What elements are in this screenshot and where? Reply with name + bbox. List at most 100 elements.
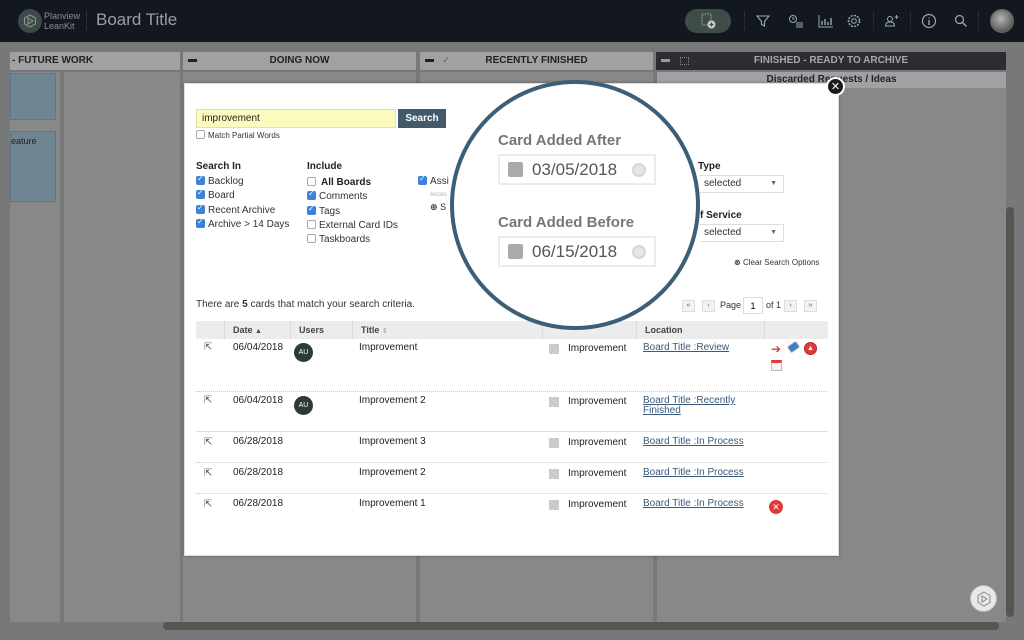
- search-in-recent-archive[interactable]: Recent Archive: [196, 203, 275, 216]
- lane-header-future-work[interactable]: - FUTURE WORK: [10, 52, 180, 70]
- assigned-option[interactable]: Assi: [418, 174, 449, 187]
- column-title[interactable]: Title ⇕: [352, 321, 542, 339]
- next-page-button[interactable]: ›: [784, 300, 797, 312]
- open-card-icon[interactable]: ⇱: [204, 468, 212, 479]
- card[interactable]: eature: [10, 131, 56, 202]
- open-card-icon[interactable]: ⇱: [204, 342, 212, 353]
- open-card-icon[interactable]: ⇱: [204, 437, 212, 448]
- checkbox[interactable]: [307, 204, 316, 215]
- row-location-link[interactable]: Board Title :In Process: [643, 499, 753, 509]
- search-in-backlog[interactable]: Backlog: [196, 174, 244, 187]
- card-type-select[interactable]: selected ▼: [700, 175, 784, 193]
- blocked-icon[interactable]: ▲: [804, 342, 817, 355]
- board-title[interactable]: Board Title: [96, 10, 177, 30]
- search-in-archive-14-days[interactable]: Archive > 14 Days: [196, 217, 289, 230]
- checkbox[interactable]: [196, 203, 205, 214]
- row-type: Improvement: [568, 396, 627, 407]
- lane-column: [64, 72, 180, 622]
- play-button[interactable]: [970, 585, 997, 612]
- lane-header-recently-finished[interactable]: ✓ RECENTLY FINISHED: [420, 52, 653, 70]
- calendar-icon[interactable]: [508, 244, 523, 259]
- checkbox[interactable]: [196, 188, 205, 199]
- clear-date-icon[interactable]: [632, 245, 646, 259]
- add-card-button[interactable]: [685, 9, 731, 33]
- select-users-link[interactable]: ⊕ S: [430, 202, 446, 213]
- filter-icon[interactable]: [753, 11, 773, 31]
- close-button[interactable]: ✕: [826, 77, 845, 96]
- move-icon[interactable]: ➔: [771, 342, 781, 356]
- checkbox[interactable]: [307, 176, 316, 186]
- collapse-icon[interactable]: [661, 59, 670, 62]
- include-taskboards[interactable]: Taskboards: [307, 233, 370, 245]
- clear-date-icon[interactable]: [632, 163, 646, 177]
- match-partial-words-option[interactable]: Match Partial Words: [196, 130, 280, 140]
- card-added-after-input[interactable]: 03/05/2018: [498, 154, 656, 185]
- table-row[interactable]: ⇱ 06/28/2018 Improvement 1 Improvement B…: [196, 493, 828, 524]
- card-type-swatch: [549, 397, 559, 407]
- add-icon: ⊕: [430, 202, 438, 212]
- lane-header-finished-ready-to-archive[interactable]: FINISHED - READY TO ARCHIVE: [656, 52, 1006, 70]
- leankit-logo-icon[interactable]: [18, 9, 42, 33]
- checkbox[interactable]: [307, 233, 316, 243]
- search-in-board[interactable]: Board: [196, 188, 235, 201]
- collapse-icon[interactable]: [425, 59, 434, 62]
- row-location-link[interactable]: Board Title :In Process: [643, 437, 753, 447]
- search-button[interactable]: Search: [398, 109, 446, 128]
- search-input[interactable]: [196, 109, 396, 128]
- analytics-icon[interactable]: [816, 11, 836, 31]
- include-comments[interactable]: Comments: [307, 189, 367, 202]
- include-all-boards[interactable]: All Boards: [307, 176, 371, 188]
- user-avatar[interactable]: AU: [294, 396, 313, 415]
- lane-header-doing-now[interactable]: DOING NOW: [183, 52, 416, 70]
- checkbox[interactable]: [196, 217, 205, 228]
- timeline-icon[interactable]: [786, 11, 806, 31]
- page-number-input[interactable]: [743, 297, 763, 314]
- delete-icon[interactable]: ✕: [769, 500, 783, 514]
- column-date[interactable]: Date ▲: [224, 321, 284, 339]
- vertical-scrollbar[interactable]: [1006, 207, 1014, 617]
- calendar-icon[interactable]: [771, 360, 782, 371]
- column-label: Users: [299, 325, 325, 335]
- open-card-icon[interactable]: ⇱: [204, 499, 212, 510]
- first-page-button[interactable]: «: [682, 300, 695, 312]
- lane-title: RECENTLY FINISHED: [485, 55, 588, 66]
- horizontal-scrollbar[interactable]: [163, 622, 999, 630]
- settings-icon[interactable]: [844, 11, 864, 31]
- open-card-icon[interactable]: ⇱: [204, 395, 212, 406]
- checkbox[interactable]: [307, 219, 316, 229]
- prev-page-button[interactable]: ‹: [702, 300, 715, 312]
- class-of-service-select[interactable]: selected ▼: [700, 224, 784, 242]
- match-partial-checkbox[interactable]: [196, 130, 205, 140]
- row-location-link[interactable]: Board Title :Review: [643, 343, 753, 353]
- info-icon[interactable]: [919, 11, 939, 31]
- divider: [978, 12, 979, 30]
- include-heading: Include: [307, 161, 343, 172]
- calendar-icon[interactable]: [508, 162, 523, 177]
- row-date: 06/28/2018: [233, 436, 284, 447]
- table-row[interactable]: ⇱ 06/04/2018 AU Improvement 2 Improvemen…: [196, 391, 828, 431]
- row-location-link[interactable]: Board Title :In Process: [643, 468, 753, 478]
- tag-icon[interactable]: [786, 340, 801, 354]
- include-tags[interactable]: Tags: [307, 204, 340, 217]
- include-external-card-ids[interactable]: External Card IDs: [307, 219, 398, 231]
- search-icon[interactable]: [951, 11, 971, 31]
- column-users[interactable]: Users: [290, 321, 352, 339]
- last-page-button[interactable]: »: [804, 300, 817, 312]
- row-location-link[interactable]: Board Title :Recently Finished: [643, 396, 743, 416]
- checkbox[interactable]: [418, 174, 427, 185]
- collapse-icon[interactable]: [188, 59, 197, 62]
- table-row[interactable]: ⇱ 06/28/2018 Improvement 3 Improvement B…: [196, 431, 828, 462]
- user-avatar[interactable]: AU: [294, 343, 313, 362]
- column-location[interactable]: Location: [636, 321, 764, 339]
- card-added-before-input[interactable]: 06/15/2018: [498, 236, 656, 267]
- user-avatar[interactable]: [990, 9, 1014, 33]
- checkbox[interactable]: [307, 189, 316, 200]
- date-value: 06/15/2018: [532, 242, 618, 261]
- checkbox[interactable]: [196, 174, 205, 185]
- table-row[interactable]: ⇱ 06/28/2018 Improvement 2 Improvement B…: [196, 462, 828, 493]
- invite-user-icon[interactable]: [882, 11, 902, 31]
- table-row[interactable]: ⇱ 06/04/2018 AU Improvement Improvement …: [196, 339, 828, 391]
- close-icon: ✕: [830, 81, 841, 93]
- clear-search-options-link[interactable]: ⊗ Clear Search Options: [734, 258, 819, 267]
- card[interactable]: [10, 73, 56, 120]
